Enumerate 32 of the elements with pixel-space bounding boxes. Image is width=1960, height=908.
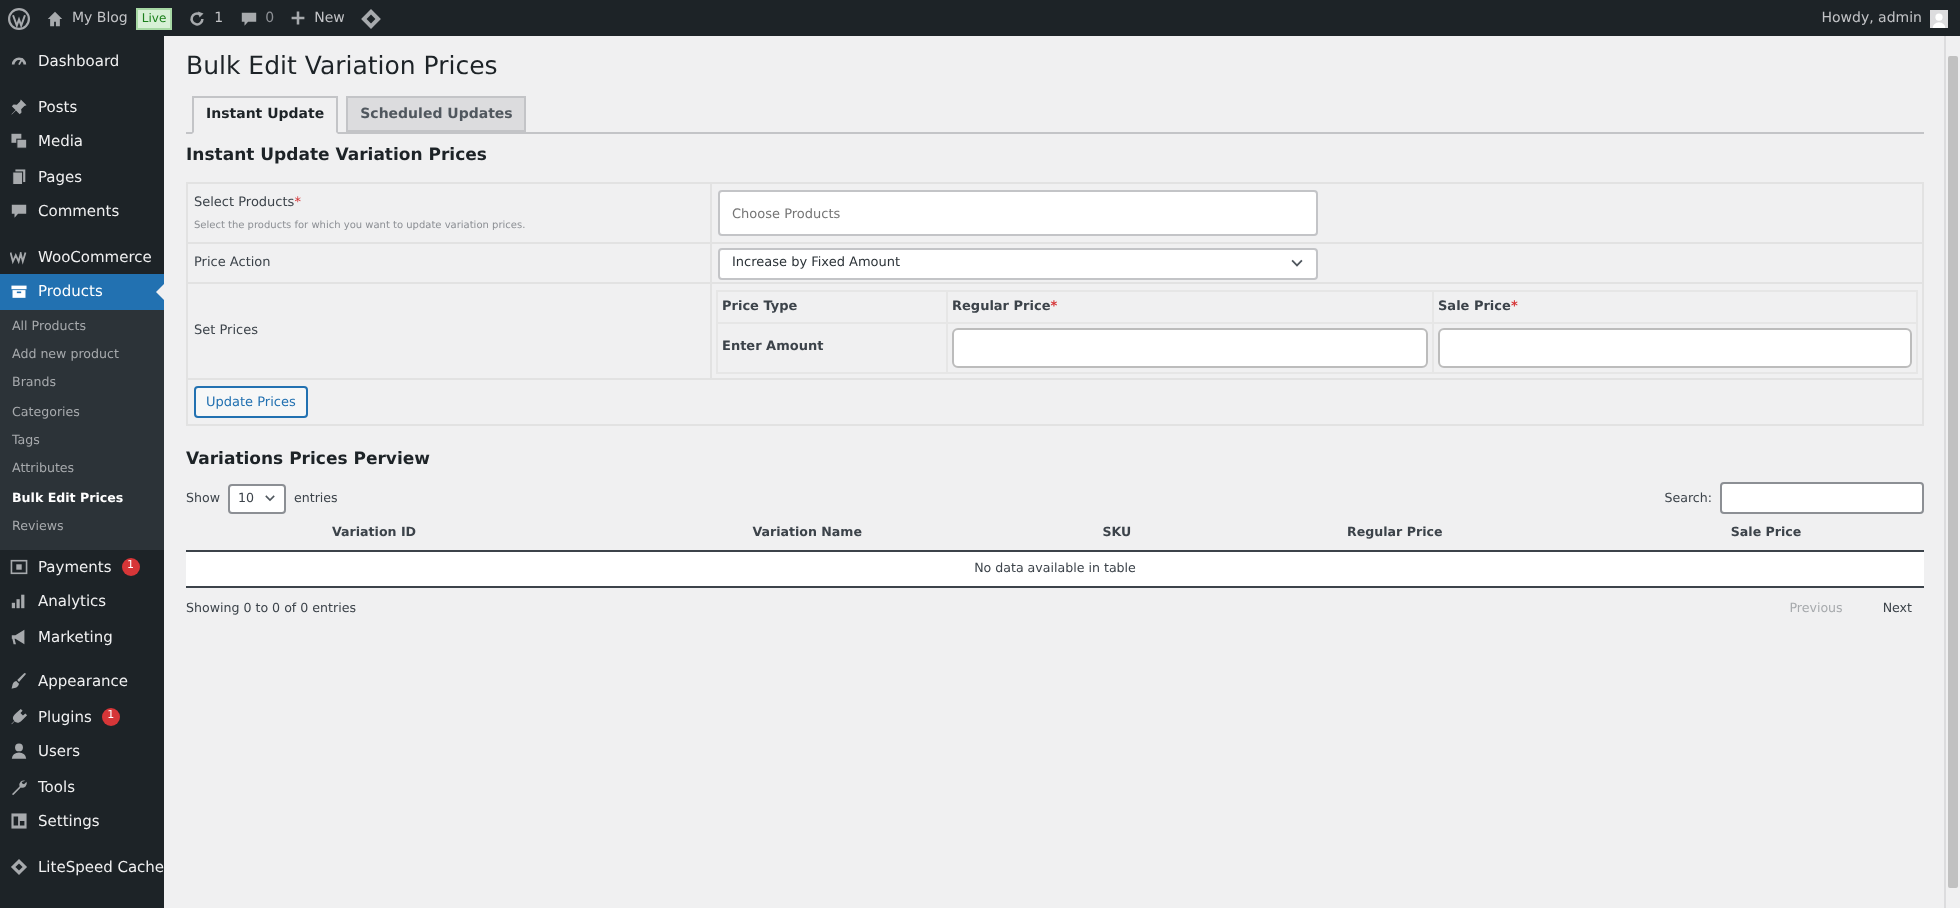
section-heading: Instant Update Variation Prices xyxy=(186,146,489,167)
media-icon xyxy=(10,132,28,151)
wrench-icon xyxy=(10,777,28,796)
bar-chart-icon xyxy=(10,592,28,611)
pin-icon xyxy=(10,97,28,116)
amount-field[interactable] xyxy=(952,328,1428,369)
plug-icon xyxy=(10,707,28,726)
comment-icon xyxy=(10,202,28,221)
brush-icon xyxy=(10,672,28,691)
page-title: Bulk Edit Variation Prices xyxy=(186,48,500,84)
section-heading: Variations Prices Perview xyxy=(186,450,432,471)
dashboard-icon xyxy=(10,52,28,71)
settings-icon xyxy=(10,812,28,831)
amount-field[interactable] xyxy=(1438,328,1912,369)
chevron-down-icon xyxy=(264,492,276,505)
avatar-icon[interactable] xyxy=(1930,9,1948,27)
home-icon[interactable] xyxy=(46,9,64,27)
scrollbar[interactable] xyxy=(1944,36,1960,908)
box-icon xyxy=(10,282,28,301)
chevron-down-icon xyxy=(1290,256,1304,271)
payments-icon xyxy=(10,557,28,576)
megaphone-icon xyxy=(10,627,28,646)
woo-icon xyxy=(10,247,28,266)
wordpress-logo-icon[interactable] xyxy=(8,7,30,29)
plus-icon[interactable] xyxy=(290,10,307,26)
refresh-icon[interactable] xyxy=(188,9,207,27)
search-field[interactable] xyxy=(1720,482,1924,515)
diamond-icon xyxy=(10,857,28,876)
diamond-icon[interactable] xyxy=(360,7,383,29)
user-icon xyxy=(10,742,28,761)
pages-icon xyxy=(10,167,28,186)
comment-icon[interactable] xyxy=(239,9,258,27)
